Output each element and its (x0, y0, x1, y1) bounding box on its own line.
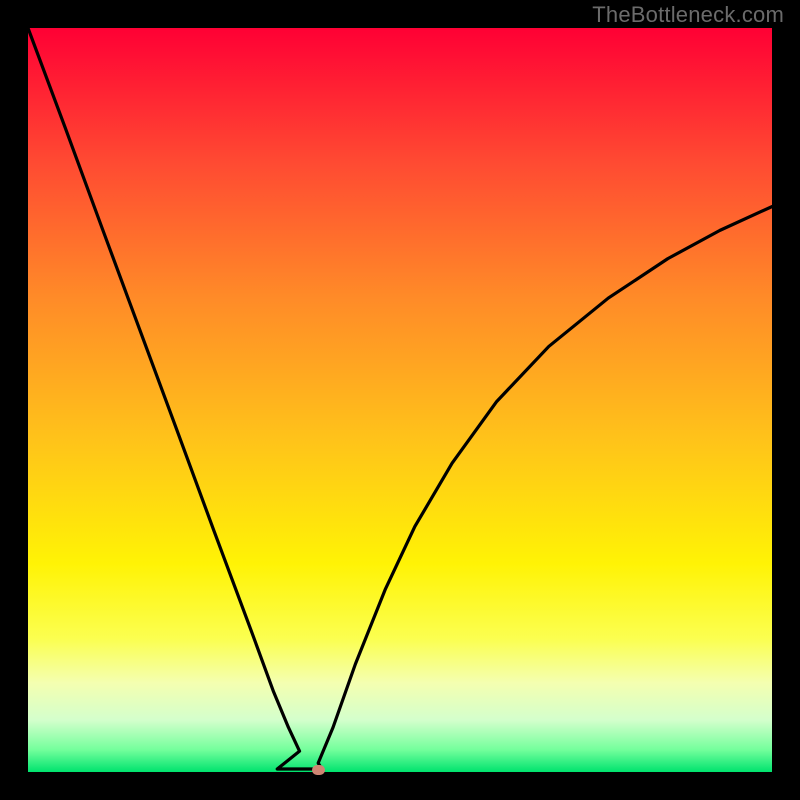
watermark-text: TheBottleneck.com (592, 2, 784, 28)
optimum-marker (312, 765, 325, 775)
chart-container: TheBottleneck.com (0, 0, 800, 800)
gradient-background (28, 28, 772, 772)
plot-area (28, 28, 772, 772)
plot-svg (28, 28, 772, 772)
